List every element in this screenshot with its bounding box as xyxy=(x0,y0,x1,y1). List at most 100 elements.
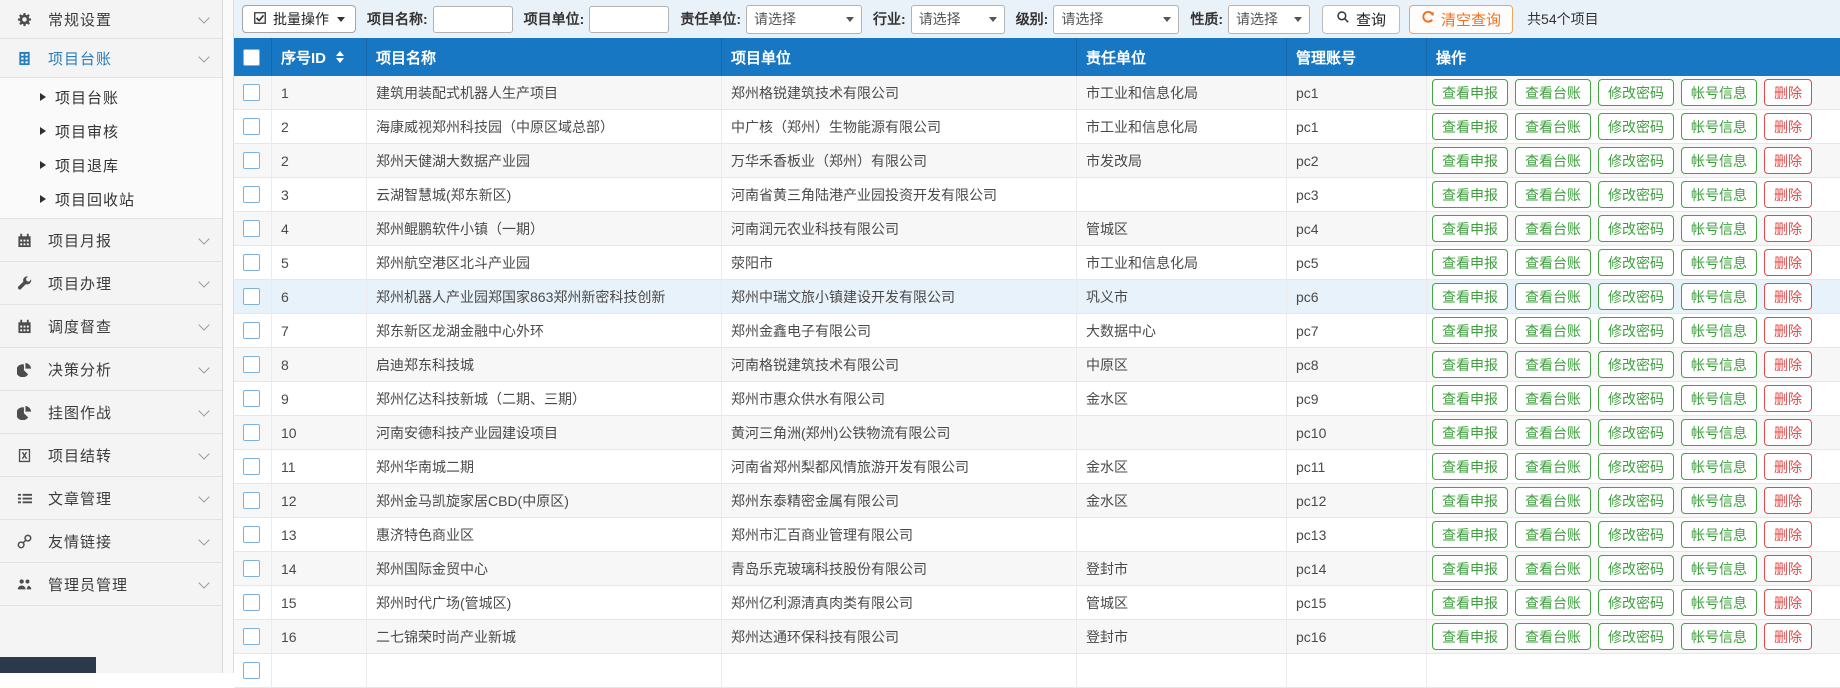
row-checkbox[interactable] xyxy=(243,560,260,577)
industry-select[interactable]: 请选择 xyxy=(911,5,1005,34)
account-info-button[interactable]: 帐号信息 xyxy=(1681,283,1757,310)
view-ledger-button[interactable]: 查看台账 xyxy=(1515,113,1591,140)
view-declare-button[interactable]: 查看申报 xyxy=(1432,589,1508,616)
change-password-button[interactable]: 修改密码 xyxy=(1598,589,1674,616)
view-declare-button[interactable]: 查看申报 xyxy=(1432,249,1508,276)
sidebar-item-11[interactable]: 管理员管理 xyxy=(0,563,222,606)
sidebar-subitem[interactable]: 项目台账 xyxy=(0,80,222,114)
view-ledger-button[interactable]: 查看台账 xyxy=(1515,555,1591,582)
row-checkbox[interactable] xyxy=(243,526,260,543)
change-password-button[interactable]: 修改密码 xyxy=(1598,419,1674,446)
account-info-button[interactable]: 帐号信息 xyxy=(1681,317,1757,344)
change-password-button[interactable]: 修改密码 xyxy=(1598,623,1674,650)
sidebar-item-9[interactable]: 文章管理 xyxy=(0,477,222,520)
view-declare-button[interactable]: 查看申报 xyxy=(1432,521,1508,548)
change-password-button[interactable]: 修改密码 xyxy=(1598,79,1674,106)
nature-select[interactable]: 请选择 xyxy=(1228,5,1310,34)
account-info-button[interactable]: 帐号信息 xyxy=(1681,453,1757,480)
sidebar-item-5[interactable]: 调度督查 xyxy=(0,305,222,348)
delete-button[interactable]: 删除 xyxy=(1764,487,1812,514)
sidebar-item-6[interactable]: 决策分析 xyxy=(0,348,222,391)
change-password-button[interactable]: 修改密码 xyxy=(1598,521,1674,548)
row-checkbox[interactable] xyxy=(243,390,260,407)
change-password-button[interactable]: 修改密码 xyxy=(1598,317,1674,344)
delete-button[interactable]: 删除 xyxy=(1764,283,1812,310)
delete-button[interactable]: 删除 xyxy=(1764,623,1812,650)
change-password-button[interactable]: 修改密码 xyxy=(1598,147,1674,174)
change-password-button[interactable]: 修改密码 xyxy=(1598,249,1674,276)
level-select[interactable]: 请选择 xyxy=(1053,5,1179,34)
sidebar-subitem[interactable]: 项目回收站 xyxy=(0,182,222,216)
view-declare-button[interactable]: 查看申报 xyxy=(1432,623,1508,650)
row-checkbox[interactable] xyxy=(243,152,260,169)
row-checkbox[interactable] xyxy=(243,662,260,679)
change-password-button[interactable]: 修改密码 xyxy=(1598,555,1674,582)
account-info-button[interactable]: 帐号信息 xyxy=(1681,589,1757,616)
view-declare-button[interactable]: 查看申报 xyxy=(1432,419,1508,446)
view-ledger-button[interactable]: 查看台账 xyxy=(1515,521,1591,548)
delete-button[interactable]: 删除 xyxy=(1764,215,1812,242)
view-declare-button[interactable]: 查看申报 xyxy=(1432,79,1508,106)
row-checkbox[interactable] xyxy=(243,84,260,101)
view-ledger-button[interactable]: 查看台账 xyxy=(1515,79,1591,106)
account-info-button[interactable]: 帐号信息 xyxy=(1681,419,1757,446)
view-ledger-button[interactable]: 查看台账 xyxy=(1515,453,1591,480)
view-ledger-button[interactable]: 查看台账 xyxy=(1515,181,1591,208)
view-ledger-button[interactable]: 查看台账 xyxy=(1515,487,1591,514)
sidebar-item-7[interactable]: 挂图作战 xyxy=(0,391,222,434)
account-info-button[interactable]: 帐号信息 xyxy=(1681,181,1757,208)
row-checkbox[interactable] xyxy=(243,458,260,475)
change-password-button[interactable]: 修改密码 xyxy=(1598,181,1674,208)
account-info-button[interactable]: 帐号信息 xyxy=(1681,147,1757,174)
row-checkbox[interactable] xyxy=(243,288,260,305)
view-declare-button[interactable]: 查看申报 xyxy=(1432,215,1508,242)
sidebar-item-2[interactable]: 项目台账 xyxy=(0,39,222,78)
delete-button[interactable]: 删除 xyxy=(1764,555,1812,582)
change-password-button[interactable]: 修改密码 xyxy=(1598,113,1674,140)
view-declare-button[interactable]: 查看申报 xyxy=(1432,317,1508,344)
row-checkbox[interactable] xyxy=(243,322,260,339)
account-info-button[interactable]: 帐号信息 xyxy=(1681,215,1757,242)
delete-button[interactable]: 删除 xyxy=(1764,385,1812,412)
delete-button[interactable]: 删除 xyxy=(1764,419,1812,446)
change-password-button[interactable]: 修改密码 xyxy=(1598,215,1674,242)
change-password-button[interactable]: 修改密码 xyxy=(1598,351,1674,378)
sidebar-subitem[interactable]: 项目审核 xyxy=(0,114,222,148)
sidebar-subitem[interactable]: 项目退库 xyxy=(0,148,222,182)
row-checkbox[interactable] xyxy=(243,594,260,611)
row-checkbox[interactable] xyxy=(243,118,260,135)
view-ledger-button[interactable]: 查看台账 xyxy=(1515,147,1591,174)
row-checkbox[interactable] xyxy=(243,220,260,237)
sidebar-item-8[interactable]: 项目结转 xyxy=(0,434,222,477)
delete-button[interactable]: 删除 xyxy=(1764,113,1812,140)
row-checkbox[interactable] xyxy=(243,186,260,203)
change-password-button[interactable]: 修改密码 xyxy=(1598,385,1674,412)
account-info-button[interactable]: 帐号信息 xyxy=(1681,385,1757,412)
delete-button[interactable]: 删除 xyxy=(1764,351,1812,378)
view-declare-button[interactable]: 查看申报 xyxy=(1432,181,1508,208)
clear-query-button[interactable]: 清空查询 xyxy=(1409,5,1513,34)
sidebar-scrollbar[interactable] xyxy=(223,0,234,673)
project-unit-input[interactable] xyxy=(589,6,669,33)
sidebar-item-4[interactable]: 项目办理 xyxy=(0,262,222,305)
row-checkbox[interactable] xyxy=(243,424,260,441)
account-info-button[interactable]: 帐号信息 xyxy=(1681,487,1757,514)
delete-button[interactable]: 删除 xyxy=(1764,521,1812,548)
view-declare-button[interactable]: 查看申报 xyxy=(1432,487,1508,514)
project-name-input[interactable] xyxy=(433,6,513,33)
view-declare-button[interactable]: 查看申报 xyxy=(1432,147,1508,174)
view-declare-button[interactable]: 查看申报 xyxy=(1432,453,1508,480)
account-info-button[interactable]: 帐号信息 xyxy=(1681,555,1757,582)
sort-icon[interactable] xyxy=(336,51,344,63)
view-ledger-button[interactable]: 查看台账 xyxy=(1515,623,1591,650)
batch-actions-button[interactable]: 批量操作 xyxy=(242,5,356,33)
delete-button[interactable]: 删除 xyxy=(1764,249,1812,276)
sidebar-item-10[interactable]: 友情链接 xyxy=(0,520,222,563)
account-info-button[interactable]: 帐号信息 xyxy=(1681,113,1757,140)
change-password-button[interactable]: 修改密码 xyxy=(1598,487,1674,514)
change-password-button[interactable]: 修改密码 xyxy=(1598,283,1674,310)
delete-button[interactable]: 删除 xyxy=(1764,79,1812,106)
view-declare-button[interactable]: 查看申报 xyxy=(1432,113,1508,140)
view-declare-button[interactable]: 查看申报 xyxy=(1432,385,1508,412)
view-declare-button[interactable]: 查看申报 xyxy=(1432,555,1508,582)
